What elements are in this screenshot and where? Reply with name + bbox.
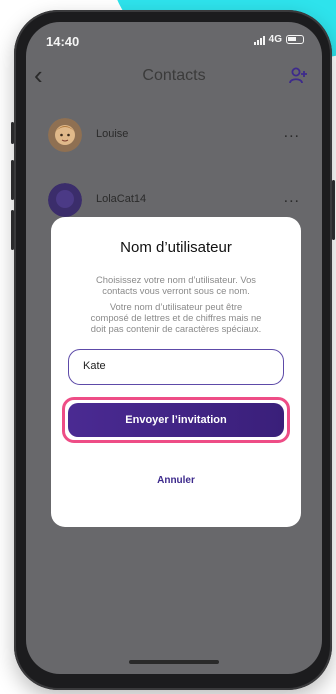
network-label: 4G [268, 34, 282, 45]
dialog-text-line: Choisissez votre nom d’utilisateur. Vos [96, 274, 256, 285]
page-title: Contacts [142, 67, 206, 84]
status-indicators: 4G [253, 34, 304, 45]
mute-switch [11, 122, 14, 144]
app-screen: 14:40 4G ‹ Contacts Louise ... LolaCat14… [26, 22, 322, 674]
dialog-text: Votre nom d’utilisateur peut être compos… [69, 301, 283, 334]
volume-down-button [11, 210, 14, 250]
avatar [48, 183, 82, 217]
contact-row-louise[interactable]: Louise ... [26, 112, 322, 160]
contact-name: LolaCat14 [96, 193, 147, 205]
battery-icon [286, 35, 304, 44]
contact-name: Louise [96, 128, 129, 140]
signal-icon [253, 35, 265, 45]
username-input[interactable]: Kate [68, 349, 284, 385]
volume-up-button [11, 160, 14, 200]
more-icon[interactable]: ... [284, 189, 300, 207]
username-dialog: Nom d’utilisateur Choisissez votre nom d… [51, 217, 301, 527]
dialog-text-line: contacts vous verront sous ce nom. [102, 285, 250, 296]
home-indicator [129, 660, 219, 664]
status-bar: 14:40 4G [26, 22, 322, 56]
dialog-text-line: Votre nom d’utilisateur peut être [109, 301, 243, 312]
more-icon[interactable]: ... [284, 124, 300, 142]
dialog-title: Nom d’utilisateur [120, 239, 232, 256]
dialog-text-line: doit pas contenir de caractères spéciaux… [90, 323, 262, 334]
power-button [332, 180, 335, 240]
avatar [48, 118, 82, 152]
nav-bar: ‹ Contacts [26, 60, 322, 94]
add-contact-icon[interactable] [288, 66, 308, 86]
status-time: 14:40 [46, 34, 80, 49]
send-invitation-button[interactable]: Envoyer l’invitation [68, 403, 284, 437]
dialog-text-line: composé de lettres et de chiffres mais n… [90, 312, 262, 323]
dialog-text: Choisissez votre nom d’utilisateur. Vos … [69, 274, 283, 296]
cancel-button[interactable]: Annuler [51, 475, 301, 486]
